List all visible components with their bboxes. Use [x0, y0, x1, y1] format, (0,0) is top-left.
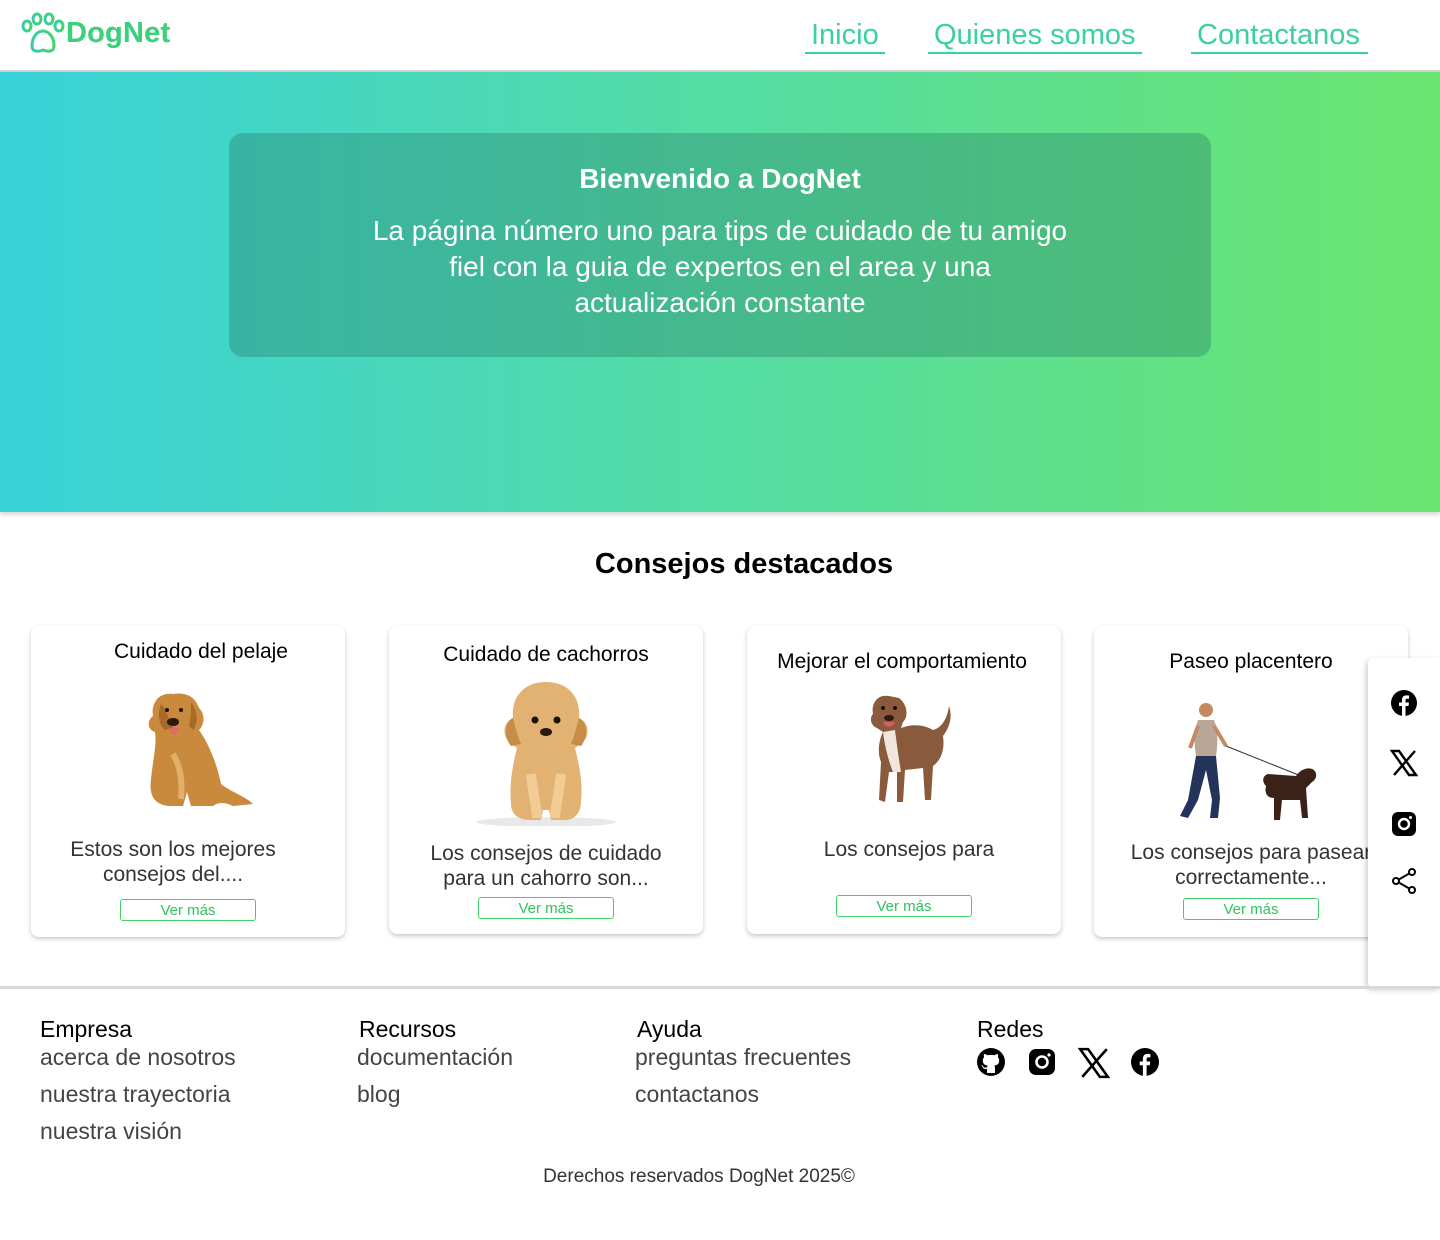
footer-link-contactanos[interactable]: contactanos — [635, 1081, 851, 1118]
card-title: Cuidado del pelaje — [114, 640, 288, 663]
ver-mas-button[interactable]: Ver más — [836, 895, 972, 917]
card-description: Los consejos para — [823, 838, 995, 861]
footer-link-acerca[interactable]: acerca de nosotros — [40, 1044, 236, 1081]
instagram-icon[interactable] — [1390, 810, 1418, 838]
footer-link-faq[interactable]: preguntas frecuentes — [635, 1044, 851, 1081]
tip-card[interactable]: Cuidado de cachorros Los consejos de cui… — [389, 626, 703, 934]
footer-heading: Recursos — [359, 1016, 457, 1042]
card-description: Los consejos para pasear correctamente..… — [1130, 841, 1372, 889]
tip-card[interactable]: Cuidado del pelaje Estos son los mejores… — [31, 626, 345, 937]
golden-retriever-sitting-photo — [148, 693, 253, 806]
brand-name: DogNet — [66, 16, 171, 49]
hero-card: Bienvenido a DogNet La página número uno… — [229, 133, 1211, 357]
footer-col-ayuda: Ayuda preguntas frecuentes contactanos — [635, 1014, 851, 1118]
section-title: Consejos destacados — [594, 548, 894, 580]
tip-card[interactable]: Mejorar el comportamiento Los consejos p… — [747, 626, 1061, 934]
github-icon[interactable] — [976, 1047, 1006, 1077]
pitbull-standing-photo — [870, 695, 951, 802]
card-description: Los consejos de cuidado para un cahorro … — [430, 842, 662, 890]
facebook-icon[interactable] — [1130, 1047, 1160, 1077]
nav-inicio[interactable]: Inicio — [805, 16, 885, 54]
card-title: Mejorar el comportamiento — [777, 650, 1027, 673]
paw-icon — [21, 12, 65, 53]
footer-col-redes: Redes — [977, 1014, 1043, 1044]
card-title: Cuidado de cachorros — [443, 643, 649, 666]
share-icon[interactable] — [1390, 867, 1418, 895]
hero-title: Bienvenido a DogNet — [579, 163, 861, 194]
nav-contactanos[interactable]: Contactanos — [1191, 16, 1368, 54]
hero-text: La página número uno para tips de cuidad… — [372, 215, 1068, 318]
ver-mas-button[interactable]: Ver más — [478, 897, 614, 919]
footer-link-documentacion[interactable]: documentación — [357, 1044, 513, 1081]
facebook-icon[interactable] — [1390, 689, 1418, 717]
footer-divider — [0, 986, 1440, 989]
nav-quienes-somos[interactable]: Quienes somos — [928, 16, 1142, 54]
hero-banner: Bienvenido a DogNet La página número uno… — [0, 72, 1440, 512]
footer-heading: Redes — [977, 1016, 1044, 1042]
ver-mas-button[interactable]: Ver más — [120, 899, 256, 921]
man-walking-dog-photo — [1180, 703, 1317, 820]
footer-link-blog[interactable]: blog — [357, 1081, 513, 1118]
instagram-icon[interactable] — [1027, 1047, 1057, 1077]
footer-link-vision[interactable]: nuestra visión — [40, 1118, 236, 1155]
ver-mas-button[interactable]: Ver más — [1183, 898, 1319, 920]
brand-logo[interactable]: DogNet — [20, 12, 170, 54]
x-icon[interactable] — [1078, 1047, 1110, 1079]
golden-puppy-photo — [476, 682, 616, 826]
tip-card[interactable]: Paseo placentero Los consejos para pasea… — [1094, 626, 1408, 937]
footer-link-trayectoria[interactable]: nuestra trayectoria — [40, 1081, 236, 1118]
share-sidebar — [1368, 658, 1440, 988]
card-description: Estos son los mejores consejos del.... — [70, 838, 276, 886]
copyright-text: Derechos reservados DogNet 2025© — [543, 1166, 855, 1187]
footer-col-recursos: Recursos documentación blog — [357, 1014, 513, 1118]
footer-heading: Empresa — [40, 1016, 133, 1042]
footer-heading: Ayuda — [637, 1016, 702, 1042]
card-title: Paseo placentero — [1169, 650, 1333, 673]
footer-col-empresa: Empresa acerca de nosotros nuestra traye… — [40, 1014, 236, 1155]
site-header: DogNet Inicio Quienes somos Contactanos — [0, 0, 1440, 72]
x-icon[interactable] — [1390, 749, 1418, 777]
